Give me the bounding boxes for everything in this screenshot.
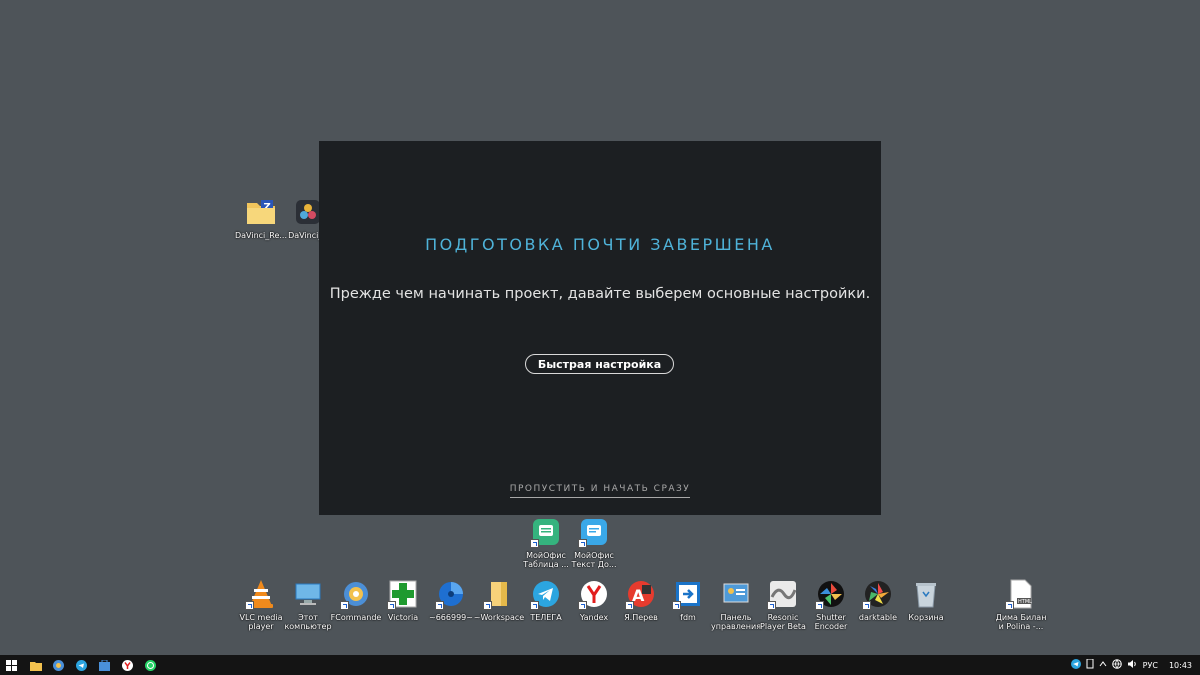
desktop-icon-yandex[interactable]: Yandex	[569, 578, 619, 622]
darktable-icon	[862, 578, 894, 610]
shortcut-arrow-icon	[340, 601, 349, 610]
yandex-browser-icon	[578, 578, 610, 610]
taskbar-whatsapp[interactable]	[139, 655, 162, 675]
shortcut-arrow-icon	[815, 601, 824, 610]
taskbar-store[interactable]	[93, 655, 116, 675]
vlc-icon	[245, 578, 277, 610]
usb-icon[interactable]	[1086, 658, 1094, 671]
quick-setup-button[interactable]: Быстрая настройка	[525, 354, 674, 374]
network-globe-icon[interactable]	[1111, 659, 1122, 671]
desktop-icon-yandex-translate[interactable]: A Я.Перев	[616, 578, 666, 622]
desktop-icon-disk[interactable]: ~666999~	[426, 578, 476, 622]
desktop-icon-vlc[interactable]: VLC media player	[236, 578, 286, 631]
desktop-icon-myoffice-table[interactable]: МойОфис Таблица ...	[521, 516, 571, 569]
myoffice-table-icon	[530, 516, 562, 548]
tray-telegram-icon[interactable]	[1070, 659, 1081, 671]
desktop-icon-label: МойОфис Текст До...	[571, 551, 617, 569]
desktop-icon-control-panel[interactable]: Панель управления	[711, 578, 761, 631]
taskbar-file-explorer[interactable]	[24, 655, 47, 675]
this-pc-icon	[292, 578, 324, 610]
shutter-encoder-icon	[815, 578, 847, 610]
file-explorer-icon	[29, 656, 42, 675]
yandex-icon	[122, 656, 133, 675]
fdm-icon	[672, 578, 704, 610]
shortcut-arrow-icon	[387, 601, 396, 610]
skip-link-container: ПРОПУСТИТЬ И НАЧАТЬ СРАЗУ	[319, 476, 881, 498]
desktop-icon-label: Дима Билан и Polina -...	[995, 613, 1047, 631]
desktop-icon-recycle-bin[interactable]: Корзина	[901, 578, 951, 622]
start-button[interactable]	[0, 655, 23, 675]
dialog-subtitle: Прежде чем начинать проект, давайте выбе…	[329, 286, 871, 302]
desktop-icon-resonic[interactable]: Resonic Player Beta	[758, 578, 808, 631]
shortcut-arrow-icon	[435, 601, 444, 610]
skip-and-start-link[interactable]: ПРОПУСТИТЬ И НАЧАТЬ СРАЗУ	[509, 484, 691, 498]
control-panel-icon	[720, 578, 752, 610]
language-indicator[interactable]: РУС	[1143, 661, 1158, 670]
shortcut-arrow-icon	[578, 601, 587, 610]
taskbar-chrome[interactable]	[47, 655, 70, 675]
svg-text:HTML: HTML	[1018, 599, 1032, 605]
desktop-icon-davinci-zip[interactable]: Z DaVinci_Re...	[235, 196, 287, 240]
taskbar: РУС 10:43	[0, 655, 1200, 675]
yandex-translate-icon: A	[625, 578, 657, 610]
resonic-icon	[767, 578, 799, 610]
desktop-icon-shutter-encoder[interactable]: Shutter Encoder	[806, 578, 856, 631]
victoria-icon	[387, 578, 419, 610]
shortcut-arrow-icon	[245, 601, 254, 610]
fcommander-icon	[340, 578, 372, 610]
whatsapp-icon	[145, 656, 156, 675]
desktop-icon-victoria[interactable]: Victoria	[378, 578, 428, 622]
chevron-up-icon[interactable]	[1099, 660, 1107, 670]
shortcut-arrow-icon	[625, 601, 634, 610]
disk-icon	[435, 578, 467, 610]
desktop-icon-darktable[interactable]: darktable	[853, 578, 903, 622]
shortcut-arrow-icon	[530, 539, 539, 548]
desktop-icon-this-pc[interactable]: Этот компьютер	[283, 578, 333, 631]
shortcut-arrow-icon	[672, 601, 681, 610]
shortcut-arrow-icon	[862, 601, 871, 610]
store-icon	[99, 656, 110, 675]
dialog-title: ПОДГОТОВКА ПОЧТИ ЗАВЕРШЕНА	[425, 235, 775, 254]
shortcut-arrow-icon	[1005, 601, 1014, 610]
chrome-icon	[53, 656, 64, 675]
telegram-icon	[530, 578, 562, 610]
desktop-icon-workspace[interactable]: ~Workspace	[474, 578, 524, 622]
zip-folder-icon: Z	[245, 196, 277, 228]
desktop-icon-label: Корзина	[908, 613, 944, 622]
desktop-icon-fcommander[interactable]: FCommande	[331, 578, 381, 622]
telegram-icon	[76, 656, 87, 675]
desktop-icon-telegram[interactable]: ТЕЛЕГА	[521, 578, 571, 622]
shortcut-arrow-icon	[578, 539, 587, 548]
myoffice-text-icon	[578, 516, 610, 548]
desktop-icon-myoffice-text[interactable]: МойОфис Текст До...	[569, 516, 619, 569]
volume-icon[interactable]	[1127, 659, 1138, 671]
shortcut-arrow-icon	[767, 601, 776, 610]
setup-dialog: ПОДГОТОВКА ПОЧТИ ЗАВЕРШЕНА Прежде чем на…	[319, 141, 881, 515]
taskbar-telegram[interactable]	[70, 655, 93, 675]
desktop-icon-fdm[interactable]: fdm	[663, 578, 713, 622]
shortcut-arrow-icon	[483, 601, 492, 610]
windows-start-icon	[6, 656, 17, 675]
clock[interactable]: 10:43	[1169, 661, 1192, 670]
html-file-icon: HTML	[1005, 578, 1037, 610]
recycle-bin-icon	[910, 578, 942, 610]
desktop-icon-html-file[interactable]: HTML Дима Билан и Polina -...	[996, 578, 1046, 631]
folder-icon	[483, 578, 515, 610]
system-tray: РУС 10:43	[1070, 655, 1200, 675]
taskbar-yandex[interactable]	[116, 655, 139, 675]
shortcut-arrow-icon	[530, 601, 539, 610]
